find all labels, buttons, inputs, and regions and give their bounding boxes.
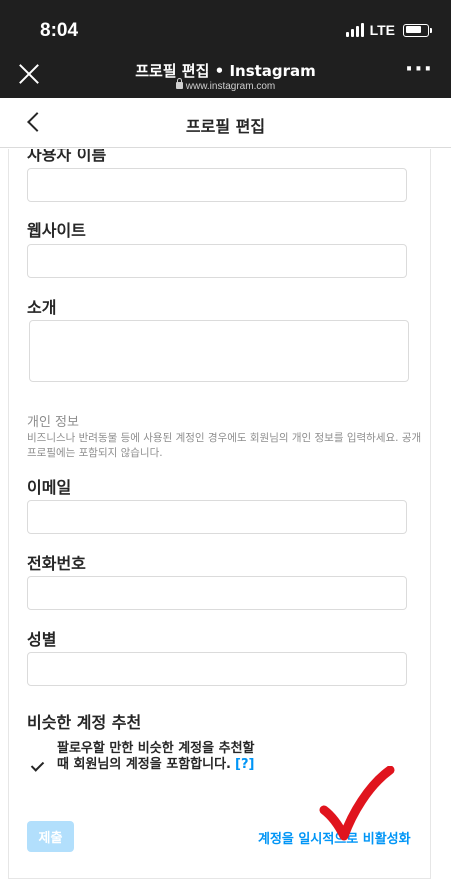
status-indicators: LTE	[345, 22, 432, 38]
phone-label: 전화번호	[27, 554, 86, 573]
status-time: 8:04	[40, 20, 79, 41]
similar-accounts-description: 팔로우할 만한 비슷한 계정을 추천할 때 회원님의 계정을 포함합니다.	[57, 741, 255, 772]
similar-accounts-checkbox[interactable]	[30, 758, 46, 774]
phone-input[interactable]	[27, 576, 407, 610]
page-title: 프로필 편집	[185, 117, 266, 136]
similar-accounts-title: 비슷한 계정 추천	[27, 713, 142, 732]
website-label: 웹사이트	[27, 221, 86, 240]
username-label: 사용자 이름	[27, 149, 107, 164]
signal-icon	[345, 23, 364, 37]
bio-label: 소개	[27, 298, 57, 317]
content-border-bottom	[8, 878, 431, 879]
email-input[interactable]	[27, 500, 407, 534]
gender-input[interactable]	[27, 652, 407, 686]
bio-textarea[interactable]	[29, 320, 409, 382]
app-header: 프로필 편집	[0, 98, 451, 148]
battery-icon	[403, 23, 432, 37]
lock-icon	[175, 78, 183, 89]
network-type: LTE	[369, 22, 395, 38]
submit-button[interactable]: 제출	[27, 821, 74, 852]
browser-url: www.instagram.com	[0, 78, 451, 92]
browser-page-title: 프로필 편집 • Instagram	[135, 62, 316, 80]
edit-profile-form: 사용자 이름 웹사이트 소개 개인 정보 비즈니스나 반려동물 등에 사용된 계…	[0, 149, 451, 879]
personal-info-title: 개인 정보	[27, 415, 79, 430]
similar-accounts-text: 팔로우할 만한 비슷한 계정을 추천할 때 회원님의 계정을 포함합니다. [?]	[57, 741, 267, 773]
more-icon[interactable]: ···	[405, 59, 433, 81]
help-link[interactable]: [?]	[235, 757, 254, 772]
red-checkmark-annotation	[319, 766, 395, 841]
browser-url-text: www.instagram.com	[185, 81, 276, 92]
personal-info-description: 비즈니스나 반려동물 등에 사용된 계정인 경우에도 회원님의 개인 정보를 입…	[27, 432, 422, 459]
username-input[interactable]	[27, 168, 407, 202]
browser-top-bar: 8:04 LTE 프로필 편집 • Instagram www.instagra…	[0, 0, 451, 98]
website-input[interactable]	[27, 244, 407, 278]
email-label: 이메일	[27, 478, 72, 497]
gender-label: 성별	[27, 630, 57, 649]
